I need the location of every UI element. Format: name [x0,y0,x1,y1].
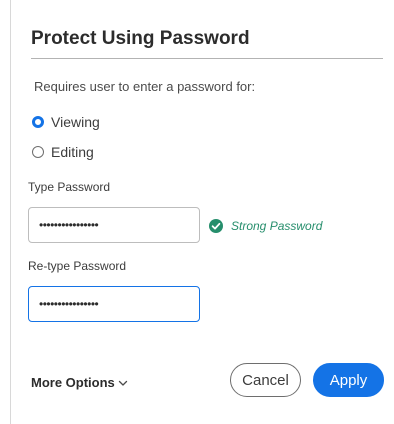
title-divider [31,58,383,59]
cancel-button[interactable]: Cancel [230,363,301,397]
check-circle-icon [209,219,223,233]
apply-button[interactable]: Apply [313,363,384,397]
radio-editing-label: Editing [51,144,94,160]
dialog-subtitle: Requires user to enter a password for: [34,79,256,94]
type-password-label: Type Password [28,180,111,194]
more-options-toggle[interactable]: More Options [31,375,128,390]
radio-editing-unchecked[interactable] [32,146,44,158]
protect-password-dialog: Protect Using Password Requires user to … [10,0,394,424]
radio-option-viewing[interactable]: Viewing [32,114,100,130]
radio-viewing-label: Viewing [51,114,100,130]
more-options-label: More Options [31,375,115,390]
retype-password-label: Re-type Password [28,259,127,273]
retype-password-input[interactable] [28,286,200,322]
chevron-down-icon [118,380,127,386]
strength-text: Strong Password [231,219,323,233]
radio-option-editing[interactable]: Editing [32,144,94,160]
password-strength-indicator: Strong Password [209,219,322,233]
dialog-title: Protect Using Password [31,28,250,49]
type-password-input[interactable] [28,207,200,243]
radio-viewing-checked[interactable] [32,116,44,128]
